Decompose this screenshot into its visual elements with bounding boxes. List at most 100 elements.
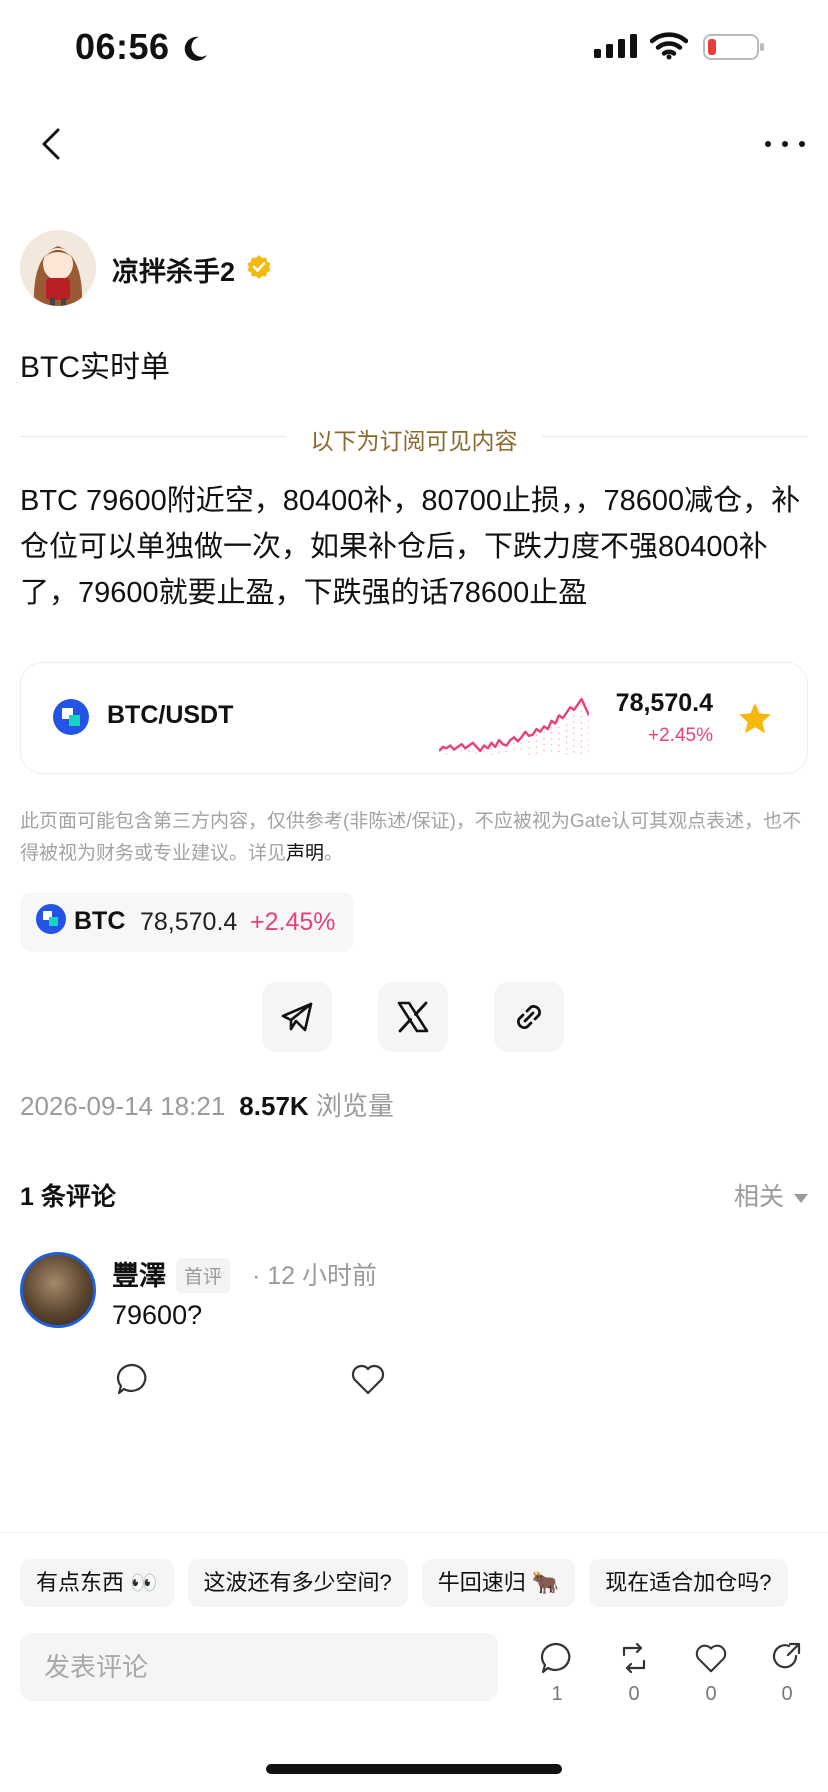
- comment-action[interactable]: 1: [532, 1641, 582, 1706]
- sparkline-fill-dot: [565, 741, 568, 744]
- telegram-icon: [281, 1002, 313, 1032]
- back-button[interactable]: [30, 122, 74, 166]
- quick-replies: 有点东西 👀 这波还有多少空间? 牛回速归 🐂 现在适合加仓吗?: [20, 1559, 802, 1607]
- favorite-star-icon[interactable]: [737, 701, 773, 737]
- price-sparkline: [439, 697, 589, 755]
- author-row[interactable]: 凉拌杀手2: [20, 230, 420, 306]
- comment-text: 79600?: [112, 1300, 203, 1330]
- sparkline-fill-dot: [573, 715, 575, 717]
- sparkline-fill-dot: [580, 722, 583, 724]
- chip-change: +2.45%: [250, 908, 336, 936]
- coin-chip[interactable]: BTC 78,570.4 +2.45%: [20, 892, 354, 952]
- sparkline-fill-dot: [505, 750, 508, 753]
- post-title: BTC实时单: [20, 351, 170, 384]
- sparkline-fill-dot: [535, 740, 538, 742]
- sparkline-fill-dot: [460, 749, 463, 752]
- sparkline-fill-dot: [565, 723, 568, 726]
- sparkline-fill-dot: [498, 745, 500, 747]
- quick-reply-chip[interactable]: 牛回速归 🐂: [421, 1559, 576, 1607]
- share-count: 0: [781, 1683, 793, 1705]
- sparkline-fill-dot: [573, 751, 575, 753]
- share-action[interactable]: 0: [762, 1641, 812, 1706]
- sparkline-fill-dot: [580, 734, 583, 736]
- repost-count: 0: [628, 1683, 640, 1705]
- repost-icon: [622, 1642, 646, 1674]
- post-body: BTC 79600附近空，80400补，80700止损，，78600减仓，补仓位…: [20, 485, 801, 609]
- quick-reply-chip[interactable]: 这波还有多少空间?: [187, 1559, 408, 1607]
- sparkline-fill-dot: [543, 749, 545, 752]
- sparkline-fill-dot: [543, 737, 545, 740]
- sparkline-fill-dot: [550, 750, 553, 752]
- like-count: 0: [705, 1683, 717, 1705]
- sparkline-fill-dot: [558, 744, 560, 747]
- sparkline-fill-dot: [580, 728, 583, 730]
- sparkline-fill-dot: [580, 740, 583, 742]
- comment-item: 豐澤 首评 · 12 小时前 79600?: [20, 1252, 808, 1412]
- verified-badge-icon: [247, 255, 271, 279]
- commenter-avatar[interactable]: [20, 1252, 96, 1328]
- sparkline-fill-dot: [580, 746, 583, 748]
- link-icon: [517, 1005, 541, 1029]
- sparkline-fill-dot: [565, 717, 568, 720]
- sparkline-fill-dot: [513, 748, 515, 751]
- comment-input[interactable]: [20, 1633, 498, 1701]
- post-datetime: 2026-09-14 18:21: [20, 1091, 226, 1121]
- ticker-pair: BTC/USDT: [107, 701, 234, 729]
- repost-action[interactable]: 0: [609, 1641, 659, 1706]
- caret-down-icon: [794, 1193, 808, 1203]
- nav-bar: [0, 110, 828, 180]
- sparkline-fill-dot: [513, 742, 515, 745]
- view-count: 8.57K: [239, 1091, 309, 1121]
- sparkline-fill-dot: [580, 716, 583, 718]
- like-icon[interactable]: [350, 1362, 386, 1396]
- commenter-name[interactable]: 豐澤: [112, 1254, 166, 1293]
- sparkline-fill-dot: [573, 727, 575, 729]
- wifi-icon: [650, 32, 688, 60]
- sparkline-fill-dot: [588, 726, 589, 729]
- chip-symbol: BTC: [74, 907, 126, 935]
- sort-dropdown[interactable]: 相关: [734, 1177, 808, 1213]
- like-action[interactable]: 0: [686, 1641, 736, 1706]
- sparkline-fill-dot: [498, 751, 500, 753]
- sparkline-fill-dot: [580, 752, 583, 754]
- quick-reply-chip[interactable]: 有点东西 👀: [20, 1559, 174, 1607]
- quick-reply-chip[interactable]: 现在适合加仓吗?: [589, 1559, 788, 1607]
- sparkline-fill-dot: [588, 720, 589, 723]
- x-icon: [397, 1001, 429, 1033]
- comments-header: 1 条评论 相关: [20, 1175, 808, 1215]
- share-icon: [772, 1642, 801, 1669]
- sparkline-fill-dot: [520, 742, 523, 745]
- sparkline-fill-dot: [588, 732, 589, 735]
- sparkline-fill-dot: [520, 748, 523, 751]
- sparkline-fill-dot: [573, 745, 575, 747]
- subscriber-divider-label: 以下为订阅可见内容: [310, 428, 518, 454]
- sparkline-fill-dot: [558, 750, 560, 753]
- more-options-button[interactable]: [760, 122, 810, 166]
- reply-icon[interactable]: [116, 1362, 150, 1396]
- share-x-button[interactable]: [378, 982, 448, 1052]
- disclaimer: 此页面可能包含第三方内容，仅供参考(非陈述/保证)，不应被视为Gate认可其观点…: [20, 806, 810, 870]
- sparkline-fill-dot: [588, 738, 589, 741]
- heart-icon: [695, 1644, 727, 1673]
- moon-icon: [184, 36, 207, 61]
- disclaimer-suffix: 。: [324, 843, 344, 864]
- home-indicator: [266, 1764, 562, 1774]
- ticker-card[interactable]: BTC/USDT 78,570.4 +2.45%: [20, 662, 808, 774]
- author-avatar[interactable]: [20, 230, 96, 306]
- sparkline-fill-dot: [573, 721, 575, 723]
- chip-price: 78,570.4: [140, 908, 238, 936]
- ticker-price: 78,570.4: [615, 689, 713, 717]
- copy-link-button[interactable]: [494, 982, 564, 1052]
- share-telegram-button[interactable]: [262, 982, 332, 1052]
- author-name[interactable]: 凉拌杀手2: [112, 250, 235, 289]
- first-comment-badge: 首评: [176, 1258, 231, 1293]
- bottom-comment-bar: 有点东西 👀 这波还有多少空间? 牛回速归 🐂 现在适合加仓吗? 1 0 0 0: [0, 1532, 828, 1792]
- sparkline-fill-dot: [468, 750, 470, 753]
- disclaimer-link[interactable]: 声明: [286, 843, 324, 864]
- sparkline-fill-dot: [565, 747, 568, 750]
- comment-icon: [540, 1642, 571, 1674]
- sparkline-fill-dot: [490, 753, 493, 755]
- sparkline-fill-dot: [475, 752, 478, 754]
- sparkline-fill-dot: [558, 726, 560, 729]
- comments-count: 1 条评论: [20, 1183, 116, 1211]
